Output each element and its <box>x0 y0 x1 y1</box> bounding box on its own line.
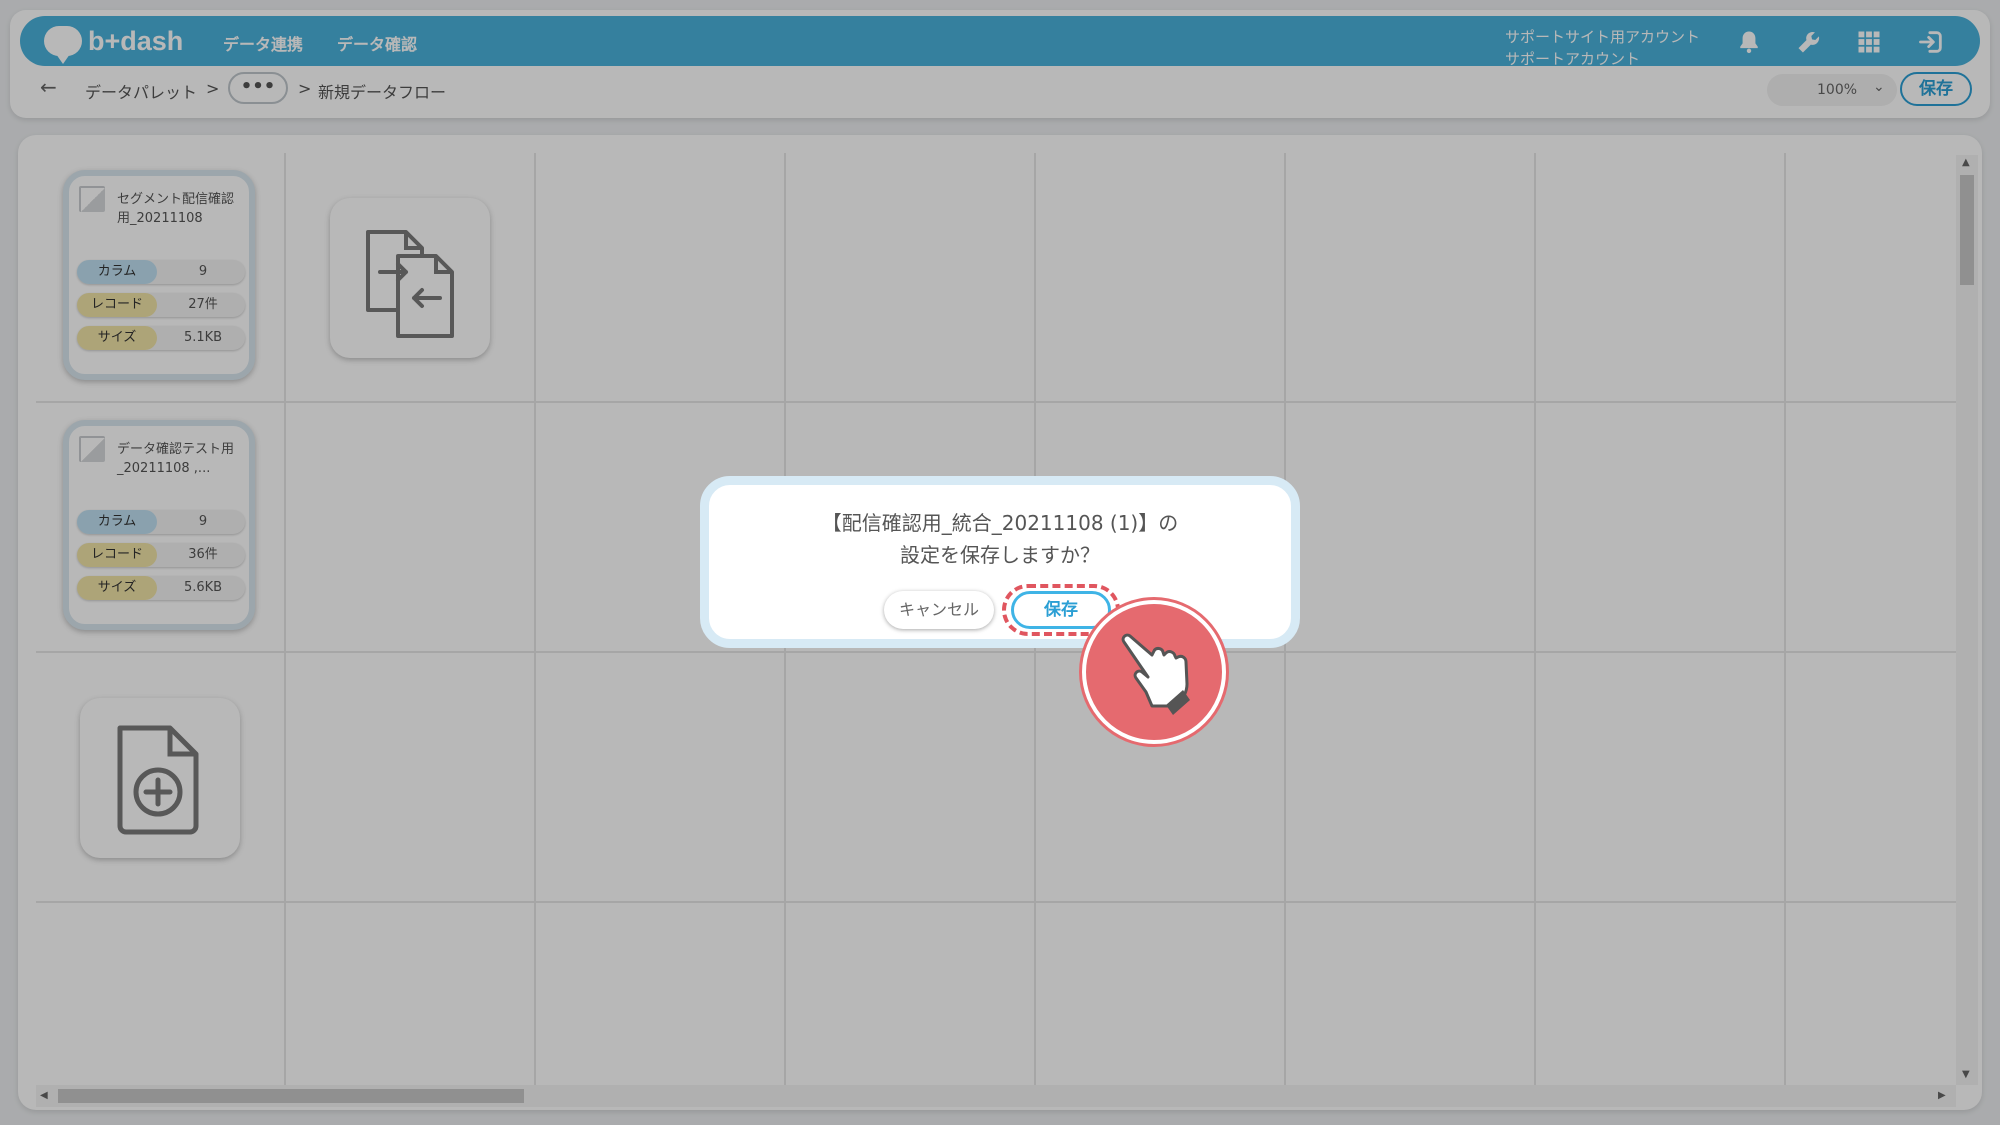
dialog-message-line: 設定を保存しますか？ <box>900 543 1100 567</box>
dialog-message-line: 【配信確認用_統合_20211108 (1)】の <box>821 511 1179 535</box>
app-window: b+dash データ連携 データ確認 サポートサイト用アカウント サポートアカウ… <box>0 0 2000 1125</box>
dialog-message: 【配信確認用_統合_20211108 (1)】の 設定を保存しますか？ <box>709 507 1291 571</box>
cancel-button[interactable]: キャンセル <box>884 591 994 629</box>
hand-pointer-icon <box>1082 600 1226 744</box>
